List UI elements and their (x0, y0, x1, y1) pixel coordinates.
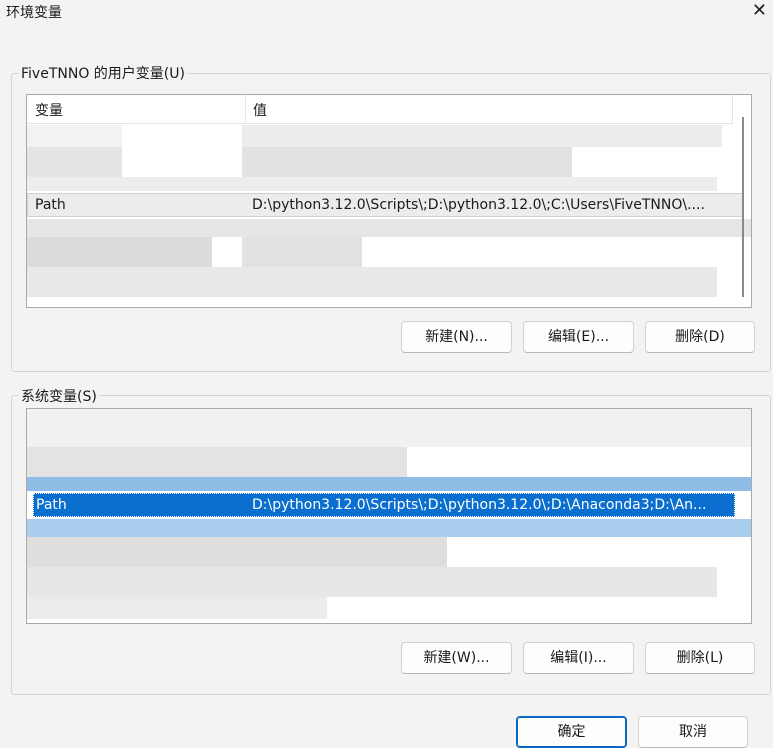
user-variables-list[interactable]: 变量 值 Path D:\python3.12.0\Scripts\;D:\py… (26, 94, 752, 308)
blurred-row (242, 147, 572, 177)
blurred-row (27, 125, 122, 147)
variable-value: D:\python3.12.0\Scripts\;D:\python3.12.0… (252, 497, 707, 513)
variable-name: Path (35, 197, 66, 213)
system-delete-button[interactable]: 删除(L) (645, 642, 755, 674)
system-new-button[interactable]: 新建(W)... (401, 642, 512, 674)
variable-name: Path (36, 497, 67, 513)
cancel-button[interactable]: 取消 (638, 716, 748, 748)
system-variables-list[interactable]: Path D:\python3.12.0\Scripts\;D:\python3… (26, 408, 752, 624)
user-edit-button[interactable]: 编辑(E)... (523, 321, 634, 353)
blurred-row (27, 447, 407, 477)
title-bar: 环境变量 ✕ (0, 0, 773, 28)
system-edit-button[interactable]: 编辑(I)... (523, 642, 634, 674)
list-header: 变量 值 (27, 95, 733, 124)
column-header-value[interactable]: 值 (253, 100, 267, 120)
blurred-row (27, 219, 751, 237)
table-row-path-selected[interactable]: Path D:\python3.12.0\Scripts\;D:\python3… (27, 193, 743, 217)
blurred-row (27, 237, 212, 267)
blurred-row (27, 477, 751, 491)
window-title: 环境变量 (6, 5, 62, 21)
blurred-row (27, 147, 122, 177)
close-icon[interactable]: ✕ (752, 0, 767, 21)
blurred-row (27, 409, 751, 447)
user-delete-button[interactable]: 删除(D) (645, 321, 755, 353)
ok-button[interactable]: 确定 (516, 716, 627, 748)
user-new-button[interactable]: 新建(N)... (401, 321, 512, 353)
column-header-variable[interactable]: 变量 (35, 100, 63, 120)
blurred-row (27, 177, 717, 191)
scrollbar[interactable] (742, 117, 744, 297)
variable-value: D:\python3.12.0\Scripts\;D:\python3.12.0… (252, 197, 705, 213)
blurred-row (27, 267, 717, 297)
blurred-row (27, 537, 447, 567)
table-row-path-selected[interactable]: Path D:\python3.12.0\Scripts\;D:\python3… (33, 493, 735, 517)
blurred-row (27, 519, 751, 537)
blurred-row (27, 597, 327, 619)
blurred-row (27, 567, 717, 597)
system-variables-label: 系统变量(S) (19, 386, 99, 406)
blurred-row (242, 237, 362, 267)
user-variables-label: FiveTNNO 的用户变量(U) (19, 63, 187, 83)
blurred-row (242, 125, 722, 147)
